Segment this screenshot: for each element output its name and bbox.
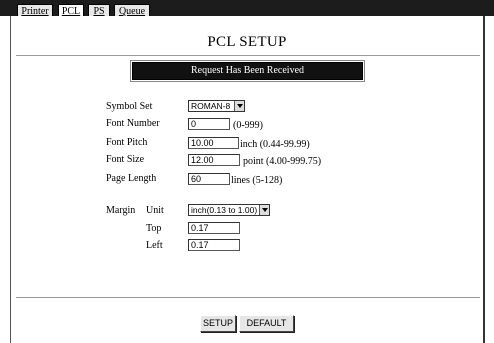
symbol-set-label: Symbol Set xyxy=(106,101,153,112)
chevron-down-icon xyxy=(259,205,269,215)
margin-left-field[interactable]: 0.17 xyxy=(188,239,240,251)
font-pitch-label: Font Pitch xyxy=(106,137,148,148)
margin-label: Margin xyxy=(106,205,136,216)
font-number-hint: (0-999) xyxy=(233,120,263,131)
status-banner: Request Has Been Received xyxy=(130,60,365,82)
symbol-set-value: ROMAN-8 xyxy=(191,101,231,111)
font-size-hint: point (4.00-999.75) xyxy=(243,156,322,167)
margin-left-label: Left xyxy=(146,240,163,251)
footer-divider xyxy=(16,297,480,298)
font-pitch-hint: inch (0.44-99.99) xyxy=(240,139,310,150)
chevron-down-icon xyxy=(234,101,244,111)
default-button[interactable]: DEFAULT xyxy=(239,315,294,332)
tab-bar: Printer PCL PS Queue xyxy=(0,0,494,18)
margin-unit-select[interactable]: inch(0.13 to 1.00) xyxy=(188,204,270,216)
title-divider xyxy=(16,55,480,56)
setup-button[interactable]: SETUP xyxy=(200,315,236,332)
page-length-hint: lines (5-128) xyxy=(231,175,283,186)
font-size-label: Font Size xyxy=(106,154,145,165)
margin-unit-label: Unit xyxy=(146,205,164,216)
symbol-set-select[interactable]: ROMAN-8 xyxy=(188,100,245,112)
page-length-label: Page Length xyxy=(106,173,157,184)
margin-unit-value: inch(0.13 to 1.00) xyxy=(191,205,258,215)
margin-top-field[interactable]: 0.17 xyxy=(188,222,240,234)
font-size-field[interactable]: 12.00 xyxy=(188,154,240,166)
page-title: PCL SETUP xyxy=(207,34,287,50)
font-pitch-field[interactable]: 10.00 xyxy=(188,137,239,149)
font-number-field[interactable]: 0 xyxy=(188,118,230,130)
page-length-field[interactable]: 60 xyxy=(188,173,230,185)
font-number-label: Font Number xyxy=(106,118,160,129)
margin-top-label: Top xyxy=(146,223,162,234)
